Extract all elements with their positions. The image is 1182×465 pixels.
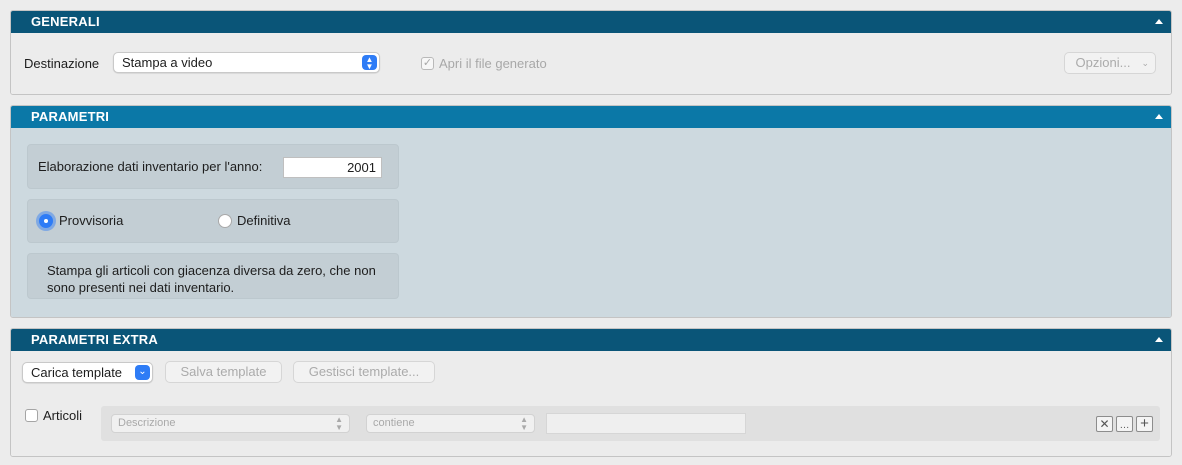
filter-value-input[interactable] bbox=[546, 413, 746, 434]
radio-definitiva-label[interactable]: Definitiva bbox=[237, 213, 290, 228]
radio-definitiva[interactable] bbox=[218, 214, 232, 228]
chevron-updown-icon: ▲ ▼ bbox=[520, 415, 528, 432]
articles-checkbox[interactable] bbox=[25, 409, 38, 422]
radio-provvisoria[interactable] bbox=[39, 214, 53, 228]
articles-label: Articoli bbox=[43, 408, 83, 423]
manage-template-button[interactable]: Gestisci template... bbox=[293, 361, 435, 383]
field-popup[interactable]: Descrizione ▲ ▼ bbox=[111, 414, 350, 433]
destination-popup[interactable]: Stampa a video ▲ ▼ bbox=[113, 52, 380, 73]
chevron-down-icon: ⌄ bbox=[1141, 58, 1149, 68]
chevron-updown-icon: ▲ ▼ bbox=[362, 55, 377, 71]
operator-popup[interactable]: contiene ▲ ▼ bbox=[366, 414, 535, 433]
operator-popup-label: contiene bbox=[373, 417, 415, 429]
collapse-icon[interactable] bbox=[1155, 114, 1163, 119]
section-title-generali: GENERALI bbox=[31, 14, 100, 29]
year-label: Elaborazione dati inventario per l'anno: bbox=[38, 159, 263, 174]
open-file-label: Apri il file generato bbox=[439, 56, 547, 71]
section-header-generali[interactable]: GENERALI bbox=[11, 11, 1171, 33]
description-text: Stampa gli articoli con giacenza diversa… bbox=[47, 263, 376, 295]
section-header-extra[interactable]: PARAMETRI EXTRA bbox=[11, 329, 1171, 351]
section-parametri-extra: PARAMETRI EXTRA Carica template ⌄ Salva … bbox=[10, 328, 1172, 457]
open-file-checkbox[interactable]: ✓ bbox=[421, 57, 434, 70]
plus-icon[interactable]: + bbox=[1136, 416, 1153, 432]
filter-row: Descrizione ▲ ▼ contiene ▲ ▼ ✕ … + bbox=[101, 406, 1160, 441]
load-template-label: Carica template bbox=[31, 365, 123, 380]
year-group: Elaborazione dati inventario per l'anno:… bbox=[27, 144, 399, 189]
collapse-icon[interactable] bbox=[1155, 337, 1163, 342]
radio-provvisoria-label[interactable]: Provvisoria bbox=[59, 213, 123, 228]
destination-value: Stampa a video bbox=[122, 55, 213, 70]
close-icon[interactable]: ✕ bbox=[1096, 416, 1113, 432]
section-title-extra: PARAMETRI EXTRA bbox=[31, 332, 158, 347]
load-template-popup[interactable]: Carica template ⌄ bbox=[22, 362, 153, 383]
save-template-button[interactable]: Salva template bbox=[165, 361, 282, 383]
chevron-down-icon: ⌄ bbox=[135, 365, 150, 380]
year-input[interactable]: 2001 bbox=[283, 157, 382, 178]
section-title-parametri: PARAMETRI bbox=[31, 109, 110, 124]
field-popup-label: Descrizione bbox=[118, 417, 176, 429]
mode-radio-group: Provvisoria Definitiva bbox=[27, 199, 399, 243]
destination-label: Destinazione bbox=[24, 56, 100, 71]
section-generali: GENERALI Destinazione Stampa a video ▲ ▼ … bbox=[10, 10, 1172, 95]
ellipsis-icon[interactable]: … bbox=[1116, 416, 1133, 432]
chevron-updown-icon: ▲ ▼ bbox=[335, 415, 343, 432]
options-button-label: Opzioni... bbox=[1075, 55, 1131, 70]
section-parametri: PARAMETRI Elaborazione dati inventario p… bbox=[10, 105, 1172, 318]
collapse-icon[interactable] bbox=[1155, 19, 1163, 24]
section-header-parametri[interactable]: PARAMETRI bbox=[11, 106, 1171, 128]
options-button[interactable]: Opzioni... ⌄ bbox=[1064, 52, 1156, 74]
description-group: Stampa gli articoli con giacenza diversa… bbox=[27, 253, 399, 299]
